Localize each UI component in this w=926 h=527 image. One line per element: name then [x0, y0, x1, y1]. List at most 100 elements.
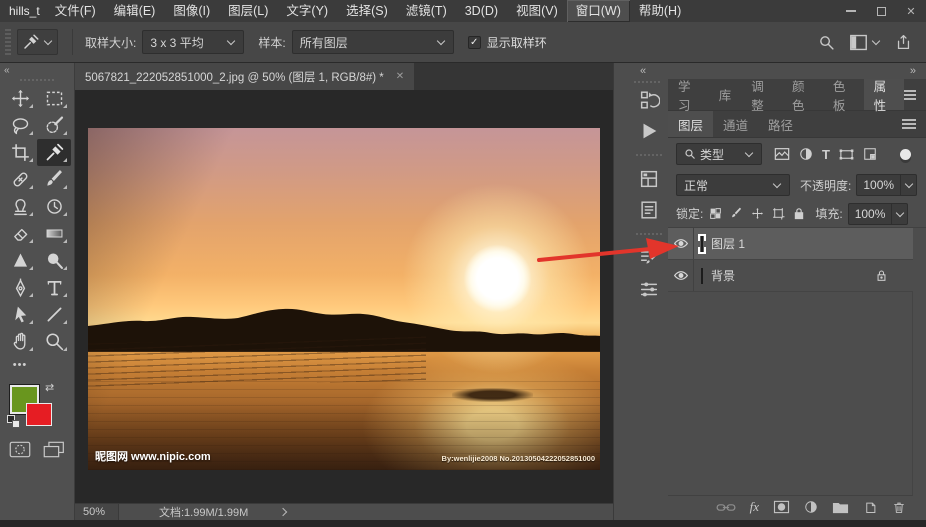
- tab-learn[interactable]: 学习: [668, 79, 709, 113]
- history-panel-icon[interactable]: [638, 89, 660, 111]
- add-layer-mask-icon[interactable]: [773, 500, 790, 514]
- layer-style-icon[interactable]: fx: [750, 499, 759, 515]
- close-tab-icon[interactable]: ✕: [396, 71, 404, 82]
- tab-properties[interactable]: 属性: [863, 79, 905, 113]
- panel-menu-icon[interactable]: [904, 88, 916, 102]
- lock-pixels-icon[interactable]: [730, 207, 743, 220]
- path-selection-tool[interactable]: [3, 301, 37, 328]
- tab-channels[interactable]: 通道: [713, 111, 758, 137]
- menu-type[interactable]: 文字(Y): [277, 0, 337, 22]
- sample-size-dropdown[interactable]: 3 x 3 平均: [142, 30, 245, 54]
- lock-transparency-icon[interactable]: [709, 207, 722, 220]
- filter-shape-layers-icon[interactable]: [839, 148, 854, 161]
- lock-all-icon[interactable]: [793, 207, 805, 220]
- delete-layer-icon[interactable]: [892, 500, 906, 515]
- tab-color[interactable]: 颜色: [782, 79, 823, 113]
- tab-swatches[interactable]: 色板: [823, 79, 864, 113]
- history-brush-tool[interactable]: [37, 193, 71, 220]
- eyedropper-tool[interactable]: [37, 139, 71, 166]
- swap-colors-icon[interactable]: ⇄: [45, 381, 54, 394]
- close-button[interactable]: ✕: [896, 0, 926, 22]
- visibility-toggle[interactable]: [668, 228, 694, 259]
- filter-type-dropdown[interactable]: 类型: [676, 143, 762, 165]
- maximize-button[interactable]: [866, 0, 896, 22]
- menu-help[interactable]: 帮助(H): [630, 0, 690, 22]
- menu-view[interactable]: 视图(V): [507, 0, 567, 22]
- menu-window[interactable]: 窗口(W): [566, 0, 630, 22]
- brush-tool[interactable]: [37, 166, 71, 193]
- blend-mode-dropdown[interactable]: 正常: [676, 174, 790, 196]
- workspace-switcher[interactable]: [849, 34, 881, 51]
- menu-layer[interactable]: 图层(L): [219, 0, 277, 22]
- quick-mask-icon[interactable]: [9, 441, 31, 458]
- filter-adjustment-layers-icon[interactable]: [799, 147, 813, 161]
- tools-drag-handle[interactable]: [20, 79, 54, 81]
- zoom-tool[interactable]: [37, 328, 71, 355]
- dodge-tool[interactable]: [37, 247, 71, 274]
- tab-layers[interactable]: 图层: [668, 111, 714, 137]
- rectangular-marquee-tool[interactable]: [37, 85, 71, 112]
- show-sampling-ring-checkbox[interactable]: ✓: [467, 35, 481, 49]
- actions-panel-icon[interactable]: [638, 120, 660, 142]
- menu-image[interactable]: 图像(I): [164, 0, 219, 22]
- type-tool[interactable]: [37, 274, 71, 301]
- brush-settings-panel-icon[interactable]: [638, 278, 660, 300]
- tab-library[interactable]: 库: [709, 79, 742, 110]
- search-icon[interactable]: [818, 34, 835, 51]
- collapse-strip-icon[interactable]: «: [614, 63, 668, 79]
- default-colors-icon[interactable]: [7, 415, 20, 428]
- screen-mode-icon[interactable]: [43, 441, 65, 458]
- gradient-tool[interactable]: [37, 220, 71, 247]
- sample-dropdown[interactable]: 所有图层: [291, 30, 454, 54]
- clone-stamp-tool[interactable]: [3, 193, 37, 220]
- fill-field[interactable]: 100%: [847, 202, 909, 225]
- panel-menu-icon[interactable]: [902, 117, 916, 131]
- sharpen-tool[interactable]: [3, 247, 37, 274]
- tab-paths[interactable]: 路径: [758, 111, 803, 137]
- lasso-tool[interactable]: [3, 112, 37, 139]
- filter-type-layers-icon[interactable]: T: [822, 147, 830, 162]
- pen-tool[interactable]: [3, 274, 37, 301]
- crop-tool[interactable]: [3, 139, 37, 166]
- filter-pixel-layers-icon[interactable]: [774, 147, 790, 161]
- minimize-button[interactable]: [836, 0, 866, 22]
- collapse-tools-icon[interactable]: «: [0, 63, 74, 77]
- spot-healing-brush-tool[interactable]: [3, 166, 37, 193]
- layer-thumbnail[interactable]: [701, 267, 703, 284]
- menu-select[interactable]: 选择(S): [337, 0, 397, 22]
- new-group-icon[interactable]: [832, 500, 849, 514]
- link-layers-icon[interactable]: [716, 501, 736, 514]
- tool-presets-panel-icon[interactable]: [638, 247, 660, 269]
- options-grip[interactable]: [5, 29, 11, 55]
- layer-row-layer1[interactable]: 图层 1: [668, 228, 913, 260]
- lock-position-icon[interactable]: [751, 207, 764, 220]
- zoom-level-field[interactable]: 50%: [75, 504, 119, 520]
- visibility-toggle[interactable]: [668, 260, 694, 291]
- filtering-toggle[interactable]: [899, 148, 911, 160]
- menu-3d[interactable]: 3D(D): [456, 0, 507, 22]
- strip-drag-handle[interactable]: [634, 81, 660, 83]
- layer-name[interactable]: 背景: [711, 267, 735, 284]
- menu-file[interactable]: 文件(F): [46, 0, 105, 22]
- layer-row-background[interactable]: 背景: [668, 260, 913, 292]
- tool-preset-picker[interactable]: [17, 29, 58, 55]
- tab-adjustments[interactable]: 调整: [741, 79, 782, 113]
- layers-empty-area[interactable]: [668, 292, 913, 496]
- eraser-tool[interactable]: [3, 220, 37, 247]
- canvas[interactable]: 昵图网 www.nipic.com By:wenlijie2008 No.201…: [75, 90, 613, 503]
- menu-edit[interactable]: 编辑(E): [105, 0, 165, 22]
- share-icon[interactable]: [895, 33, 912, 51]
- notes-panel-icon[interactable]: [638, 199, 660, 221]
- status-options-chevron-icon[interactable]: [279, 507, 288, 517]
- sunset-photo[interactable]: 昵图网 www.nipic.com By:wenlijie2008 No.201…: [88, 128, 600, 470]
- layer-name[interactable]: 图层 1: [711, 235, 745, 252]
- edit-toolbar-icon[interactable]: •••: [3, 355, 37, 375]
- menu-filter[interactable]: 滤镜(T): [397, 0, 456, 22]
- opacity-field[interactable]: 100%: [856, 174, 918, 196]
- layer-comps-panel-icon[interactable]: [638, 168, 660, 190]
- line-tool[interactable]: [37, 301, 71, 328]
- quick-selection-tool[interactable]: [37, 112, 71, 139]
- filter-smart-objects-icon[interactable]: [863, 147, 877, 161]
- hand-tool[interactable]: [3, 328, 37, 355]
- move-tool[interactable]: [3, 85, 37, 112]
